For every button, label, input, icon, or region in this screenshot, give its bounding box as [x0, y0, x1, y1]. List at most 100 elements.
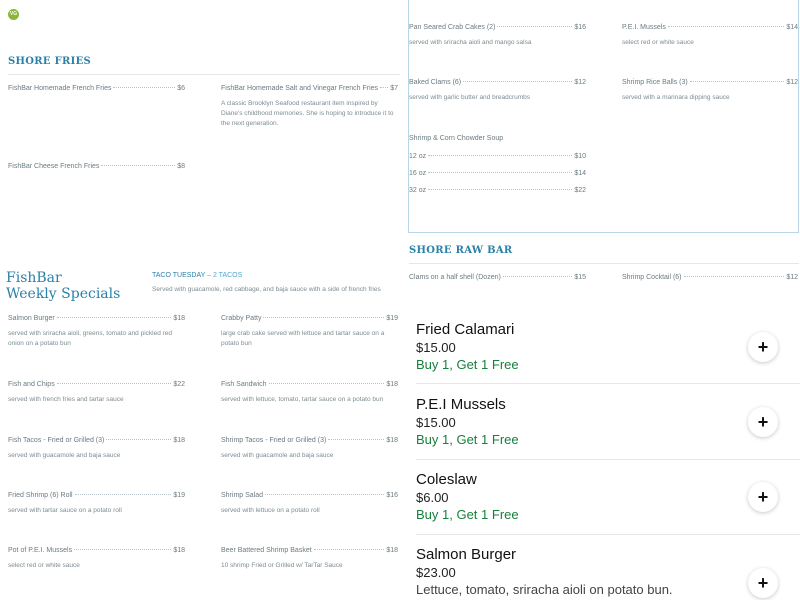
item-price: $7 [390, 85, 398, 92]
item-price: $15 [574, 274, 586, 281]
size-name: 16 oz [409, 170, 427, 177]
menu-item: FishBar Homemade French Fries $6 [8, 84, 185, 93]
divider [409, 263, 799, 264]
soup-size-row: 32 oz $22 [409, 186, 586, 195]
menu-item: Clams on a half shell (Dozen) $15 [409, 273, 586, 282]
item-price: $12 [786, 274, 798, 281]
item-description: served with tartar sauce on a potato rol… [8, 507, 122, 514]
order-item-price: $23.00 [416, 565, 456, 580]
menu-item: Shrimp Rice Balls (3) $12 served with a m… [622, 78, 798, 103]
order-item-name: Salmon Burger [416, 546, 517, 563]
taco-tuesday-heading: TACO TUESDAY – 2 TACOS [152, 272, 242, 279]
item-name: Clams on a half shell (Dozen) [409, 274, 501, 281]
item-price: $18 [173, 547, 185, 554]
size-name: 32 oz [409, 187, 427, 194]
order-item-name: Fried Calamari [416, 321, 515, 338]
soup-name: Shrimp & Corn Chowder Soup [409, 134, 503, 143]
item-price: $16 [386, 492, 398, 499]
item-description: select red or white sauce [8, 562, 80, 569]
order-item-list: Fried Calamari $15.00 Buy 1, Get 1 Free … [407, 308, 800, 600]
menu-item: Shrimp Salad $16 served with lettuce on a… [221, 491, 398, 516]
item-description: served with lettuce, tomato, tartar sauc… [221, 396, 384, 403]
item-description: 10 shrimp Fried or Grilled w/ TarTar Sau… [221, 562, 343, 569]
menu-item: Beer Battered Shrimp Basket $18 10 shrimp… [221, 546, 398, 571]
order-item-description: Lettuce, tomato, sriracha aioli on potat… [416, 582, 673, 597]
item-price: $19 [173, 492, 185, 499]
order-item-coleslaw[interactable]: Coleslaw $6.00 Buy 1, Get 1 Free [416, 470, 800, 523]
order-item-price: $15.00 [416, 415, 456, 430]
item-price: $14 [786, 24, 798, 31]
soup-size-row: 16 oz $14 [409, 169, 586, 178]
item-description: select red or white sauce [622, 39, 694, 46]
size-name: 12 oz [409, 153, 427, 160]
item-name: Shrimp Cocktail (6) [622, 274, 682, 281]
order-item-fried-calamari[interactable]: Fried Calamari $15.00 Buy 1, Get 1 Free [416, 320, 800, 373]
item-name: Fish Sandwich [221, 381, 267, 388]
taco-description: Served with guacamole, red cabbage, and … [152, 286, 381, 293]
item-price: $22 [173, 381, 185, 388]
item-name: Baked Clams (6) [409, 79, 462, 86]
item-name: Fish Tacos - Fried or Grilled (3) [8, 437, 105, 444]
item-name: P.E.I. Mussels [622, 24, 666, 31]
menu-item: FishBar Homemade Salt and Vinegar French… [221, 84, 398, 129]
add-item-button[interactable]: + [748, 407, 778, 437]
menu-item: Fish and Chips $22 served with french fri… [8, 380, 185, 405]
item-description: served with lettuce on a potato roll [221, 507, 320, 514]
item-description: A classic Brooklyn Seafood restaurant it… [221, 100, 394, 127]
order-item-promo: Buy 1, Get 1 Free [416, 357, 519, 372]
order-item-promo: Buy 1, Get 1 Free [416, 507, 519, 522]
item-name: Shrimp & Corn Chowder Soup [409, 135, 504, 142]
item-name: Beer Battered Shrimp Basket [221, 547, 312, 554]
item-price: $12 [786, 79, 798, 86]
add-item-button[interactable]: + [748, 482, 778, 512]
taco-highlight: – 2 TACOS [207, 272, 243, 279]
order-item-name: P.E.I Mussels [416, 396, 506, 413]
order-item-price: $6.00 [416, 490, 449, 505]
size-price: $10 [574, 153, 586, 160]
item-price: $19 [386, 315, 398, 322]
item-name: FishBar Homemade Salt and Vinegar French… [221, 85, 379, 92]
item-price: $18 [386, 547, 398, 554]
menu-item: Fried Shrimp (6) Roll $19 served with tar… [8, 491, 185, 516]
item-price: $18 [173, 437, 185, 444]
menu-item: Shrimp Tacos - Fried or Grilled (3) $18 s… [221, 436, 398, 461]
item-description: served with sriracha aioli and mango sal… [409, 39, 532, 46]
vegetarian-badge-icon: VG [8, 9, 19, 20]
item-price: $18 [386, 381, 398, 388]
item-price: $12 [574, 79, 586, 86]
item-price: $18 [386, 437, 398, 444]
item-name: Fish and Chips [8, 381, 55, 388]
title-line: Weekly Specials [6, 286, 121, 302]
menu-item: Baked Clams (6) $12 served with garlic bu… [409, 78, 586, 103]
item-description: served with guacamole and baja sauce [8, 452, 121, 459]
menu-item: Fish Sandwich $18 served with lettuce, to… [221, 380, 398, 405]
order-item-promo: Buy 1, Get 1 Free [416, 432, 519, 447]
item-name: Crabby Patty [221, 315, 262, 322]
item-name: FishBar Cheese French Fries [8, 163, 100, 170]
order-item-salmon-burger[interactable]: Salmon Burger $23.00 Lettuce, tomato, sr… [416, 545, 800, 598]
item-description: served with sriracha aioli, greens, toma… [8, 330, 173, 347]
item-name: Shrimp Salad [221, 492, 264, 499]
taco-label: TACO TUESDAY [152, 272, 206, 279]
item-description: served with garlic butter and breadcrumb… [409, 94, 531, 101]
soup-size-row: 12 oz $10 [409, 152, 586, 161]
size-price: $22 [574, 187, 586, 194]
menu-item: P.E.I. Mussels $14 select red or white sa… [622, 23, 798, 48]
menu-item: Pan Seared Crab Cakes (2) $16 served with… [409, 23, 586, 48]
menu-item: Crabby Patty $19 large crab cake served w… [221, 314, 398, 349]
divider [416, 459, 800, 460]
item-description: served with french fries and tartar sauc… [8, 396, 124, 403]
divider [416, 534, 800, 535]
add-item-button[interactable]: + [748, 332, 778, 362]
item-name: Pot of P.E.I. Mussels [8, 547, 73, 554]
menu-item: Salmon Burger $18 served with sriracha ai… [8, 314, 185, 349]
divider [8, 74, 400, 75]
item-name: Shrimp Rice Balls (3) [622, 79, 688, 86]
menu-item: FishBar Cheese French Fries $8 [8, 162, 185, 171]
size-price: $14 [574, 170, 586, 177]
menu-item: Fish Tacos - Fried or Grilled (3) $18 ser… [8, 436, 185, 461]
order-item-pei-mussels[interactable]: P.E.I Mussels $15.00 Buy 1, Get 1 Free [416, 395, 800, 448]
divider [416, 383, 800, 384]
menu-item: Shrimp Cocktail (6) $12 [622, 273, 798, 282]
add-item-button[interactable]: + [748, 568, 778, 598]
